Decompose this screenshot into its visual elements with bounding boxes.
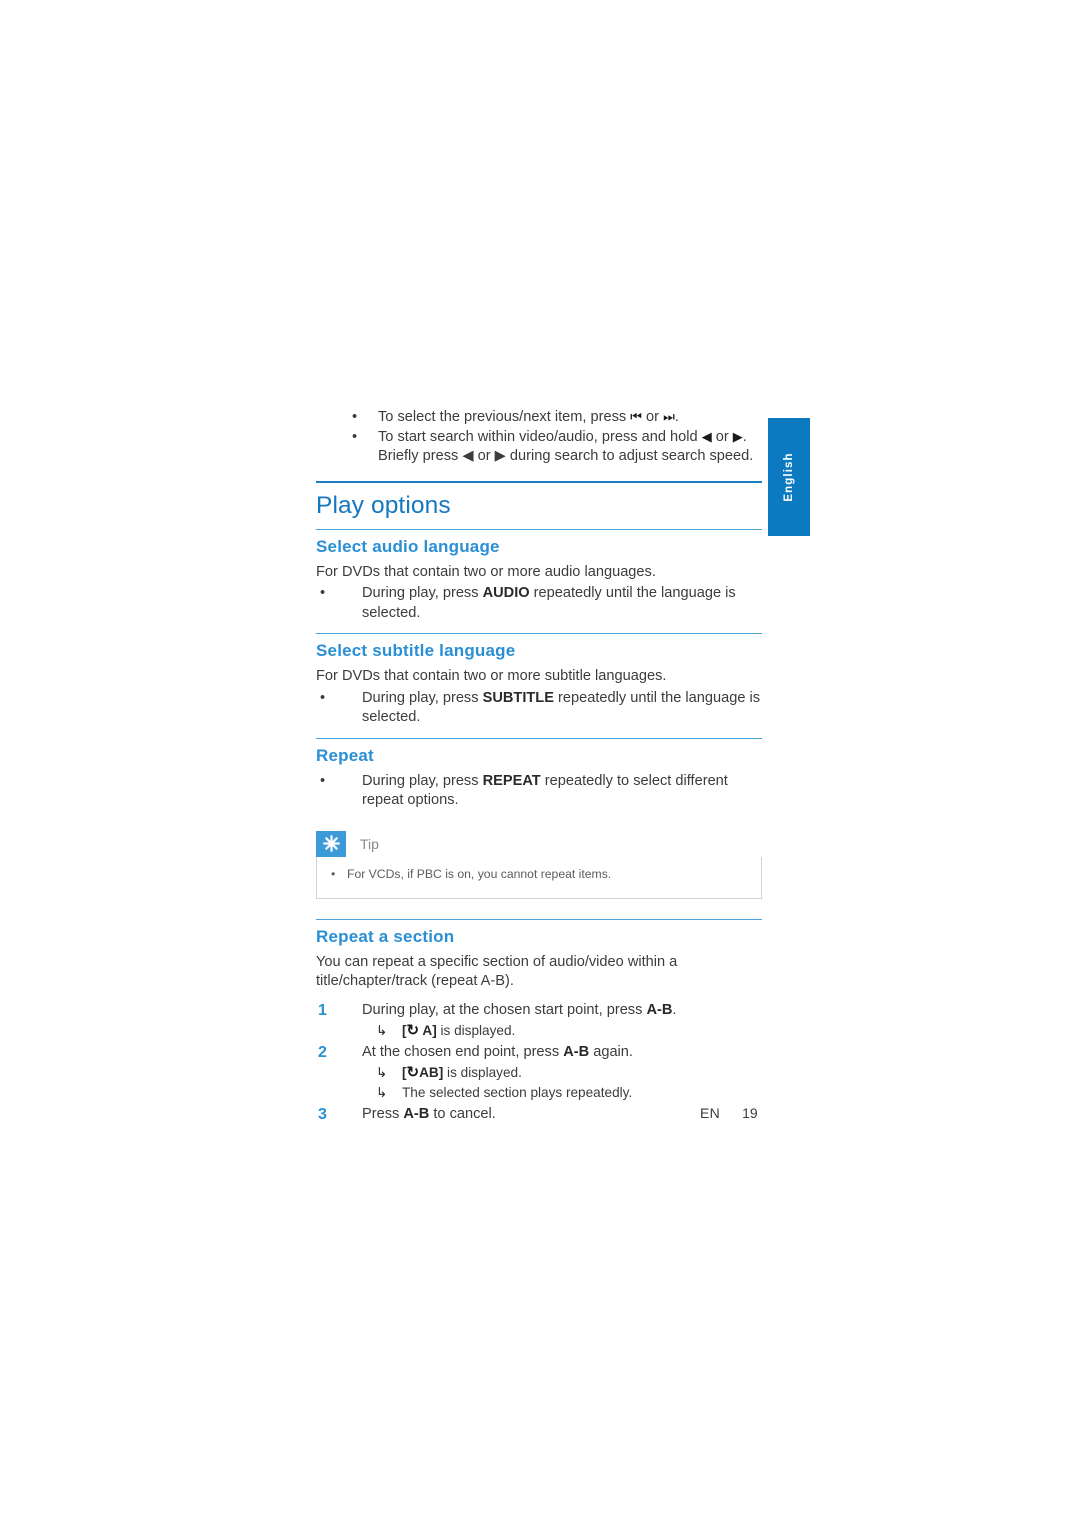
section-rule-top [316,480,762,483]
step-number: 2 [318,1043,327,1061]
list-item: • During play, press SUBTITLE repeatedly … [316,689,762,728]
tip-body: • For VCDs, if PBC is on, you cannot repe… [316,856,762,899]
heading-select-audio-language: Select audio language [316,536,500,556]
key-label-subtitle: SUBTITLE [482,689,554,706]
key-label-repeat: REPEAT [482,772,541,789]
result-rest: is displayed. [436,1022,516,1038]
page-title: Play options [316,491,451,519]
repeat-symbol-icon: ↻ [406,1063,420,1081]
step-result: ↳ [↻AB] is displayed. [362,1063,762,1083]
bullet-dot: • [331,866,336,881]
bullet-dot: • [320,689,326,706]
heading-select-subtitle-language: Select subtitle language [316,641,516,660]
footer-page-number: 19 [742,1105,758,1121]
bullet-text-before: During play, press [362,772,483,789]
result-arrow-icon: ↳ [376,1064,388,1080]
display-tag-text: AB] [419,1064,444,1080]
next-track-icon: ⏭ [663,410,675,425]
page-content: • To select the previous/next item, press… [316,408,762,1126]
heading-repeat-a-section: Repeat a section [316,926,455,946]
key-label-ab: A-B [563,1043,590,1060]
language-side-tab: English [768,418,810,536]
subsection-rule [316,737,762,739]
bullet-dot: • [352,409,358,425]
asterisk-icon [316,830,346,857]
tip-label: Tip [360,835,379,852]
list-item: • To start search within video/audio, pre… [316,428,762,467]
subsection-rule [316,918,762,920]
step-text-before: During play, at the chosen start point, … [362,1001,647,1018]
display-tag-text: A] [419,1022,437,1038]
result-text: The selected section plays repeatedly. [402,1084,633,1100]
audio-language-intro: For DVDs that contain two or more audio … [316,563,656,580]
bullet-text-before: During play, press [362,689,483,706]
step-number: 1 [318,1001,327,1019]
bullet-text-mid: or [711,428,733,445]
step-text-after: again. [589,1043,633,1060]
fast-forward-icon: ▶ [732,429,743,445]
result-rest: is displayed. [443,1064,522,1080]
section-rule-bottom [316,528,762,530]
key-label-ab: A-B [403,1105,430,1122]
bullet-text-before: To select the previous/next item, press [378,409,631,425]
subtitle-language-intro: For DVDs that contain two or more subtit… [316,668,667,684]
repeat-section-steps: 1 During play, at the chosen start point… [316,1000,762,1125]
heading-repeat: Repeat [316,745,374,765]
tip-box: Tip • For VCDs, if PBC is on, you cannot … [316,830,762,899]
list-item: • During play, press REPEAT repeatedly to… [316,772,762,811]
list-item: 1 During play, at the chosen start point… [316,1000,762,1041]
bullet-text-before: To start search within video/audio, pres… [378,428,702,445]
result-arrow-icon: ↳ [376,1084,388,1100]
subsection-rule [316,633,762,634]
step-text-after: to cancel. [429,1105,496,1122]
language-side-tab-label: English [783,452,795,502]
list-item: • To select the previous/next item, press… [316,408,762,428]
step-text: Press A-B to cancel. [362,1106,496,1122]
step-text-after: . [672,1001,677,1018]
step-text-before: At the chosen end point, press [362,1043,564,1060]
repeat-section-intro: You can repeat a specific section of aud… [316,953,678,990]
list-item: 3 Press A-B to cancel. [316,1104,762,1125]
repeat-bullet-list: • During play, press REPEAT repeatedly to… [316,772,762,811]
step-result: ↳ The selected section plays repeatedly. [362,1083,762,1103]
bullet-dot: • [320,585,326,601]
key-label-audio: AUDIO [482,585,530,601]
page-footer: EN 19 [700,1105,820,1121]
tip-text: For VCDs, if PBC is on, you cannot repea… [347,866,612,881]
step-text: During play, at the chosen start point, … [362,1002,676,1018]
bullet-text-mid: or [641,409,664,425]
bullet-dot: • [352,428,358,445]
intro-bullet-list: • To select the previous/next item, press… [316,408,762,467]
step-text: At the chosen end point, press A-B again… [362,1044,633,1060]
footer-language-code: EN [700,1105,721,1121]
audio-language-bullet-list: • During play, press AUDIO repeatedly unt… [316,584,762,623]
tip-text-line: • For VCDs, if PBC is on, you cannot repe… [317,866,761,882]
bullet-text-before: During play, press [362,585,483,601]
result-arrow-icon: ↳ [376,1022,388,1038]
previous-track-icon: ⏮ [630,410,642,425]
manual-page: English • To select the previous/next ite… [0,0,1080,1528]
step-result: ↳ [↻ A] is displayed. [362,1021,762,1041]
repeat-symbol-icon: ↻ [406,1021,420,1039]
bullet-dot: • [320,772,326,789]
step-text-before: Press [362,1105,404,1122]
step-number: 3 [318,1105,327,1123]
list-item: • During play, press AUDIO repeatedly unt… [316,584,762,623]
rewind-icon: ◀ [701,429,712,445]
key-label-ab: A-B [646,1001,673,1018]
bullet-text-after: . [674,409,679,425]
subtitle-language-bullet-list: • During play, press SUBTITLE repeatedly … [316,689,762,728]
list-item: 2 At the chosen end point, press A-B aga… [316,1042,762,1103]
tip-header: Tip [316,830,762,857]
